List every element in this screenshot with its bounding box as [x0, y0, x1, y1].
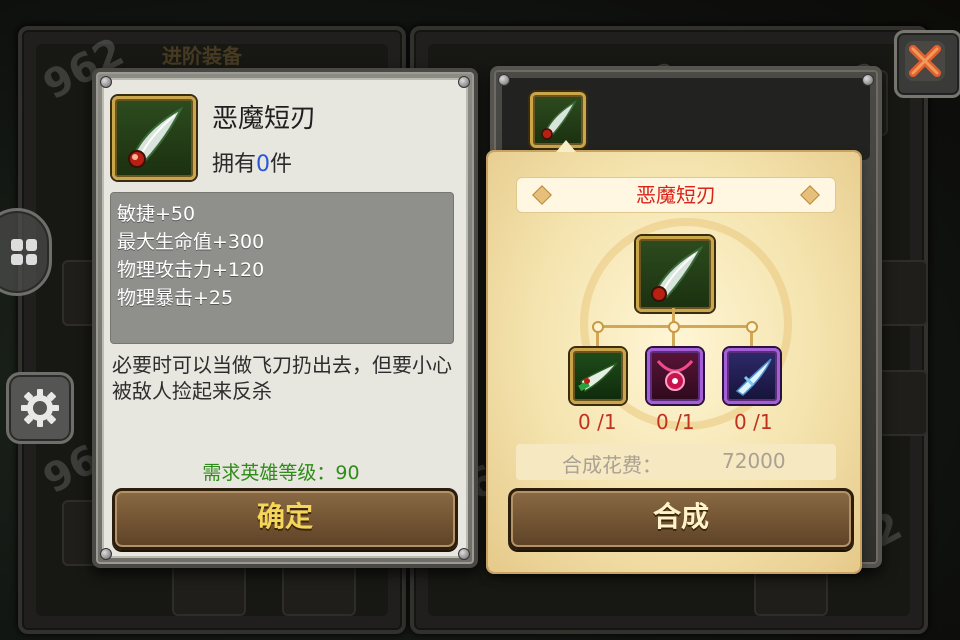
- craft-button[interactable]: 合成: [508, 488, 854, 550]
- material-count-3: 0 /1: [734, 410, 773, 434]
- settings-button[interactable]: [6, 372, 74, 444]
- material-count-1: 0 /1: [578, 410, 617, 434]
- menu-grid-button[interactable]: [0, 208, 52, 296]
- close-icon: [909, 45, 941, 77]
- synthesis-title: 恶魔短刃: [516, 177, 836, 213]
- cost-label: 合成花费：: [562, 453, 662, 477]
- owned-count: 拥有0件: [212, 152, 293, 177]
- material-slot-3[interactable]: [724, 348, 780, 404]
- item-icon: [112, 96, 196, 180]
- purple-amulet-icon: [656, 359, 694, 391]
- grid-icon: [11, 239, 37, 265]
- material-count-2: 0 /1: [656, 410, 695, 434]
- item-name: 恶魔短刃: [212, 104, 317, 134]
- stat-line: 敏捷+50: [117, 203, 196, 225]
- item-stats-box: 敏捷+50 最大生命值+300 物理攻击力+120 物理暴击+25: [110, 192, 454, 344]
- blue-blade-icon: [735, 358, 772, 396]
- gear-icon: [21, 389, 59, 427]
- stat-line: 最大生命值+300: [117, 231, 265, 253]
- tree-node: [746, 321, 758, 333]
- tree-node: [668, 321, 680, 333]
- cost-value: 72000: [722, 449, 786, 473]
- green-dagger-icon: [578, 362, 618, 393]
- material-slot-1[interactable]: [570, 348, 626, 404]
- demon-dagger-icon: [651, 245, 704, 302]
- demon-dagger-icon: [128, 106, 184, 168]
- stat-line: 物理攻击力+120: [117, 259, 265, 281]
- synthesis-target-icon[interactable]: [636, 236, 714, 312]
- material-slot-2[interactable]: [647, 348, 703, 404]
- demon-dagger-icon: [541, 100, 577, 140]
- tree-node: [592, 321, 604, 333]
- confirm-button[interactable]: 确定: [112, 488, 458, 550]
- level-requirement: 需求英雄等级：90: [202, 462, 360, 484]
- stat-line: 物理暴击+25: [117, 287, 234, 309]
- item-description: 必要时可以当做飞刀扔出去，但要小心被敌人捡起来反杀: [112, 353, 452, 403]
- close-button[interactable]: [894, 30, 960, 98]
